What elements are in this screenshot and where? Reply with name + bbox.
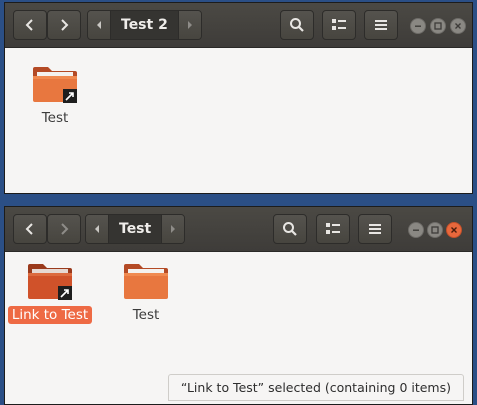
header-bar: Test 2 (5, 3, 472, 48)
path-crumb-current[interactable]: Test (109, 215, 162, 243)
search-icon (290, 18, 304, 32)
menu-button[interactable] (358, 214, 392, 244)
file-item[interactable]: Test (10, 63, 100, 127)
triangle-left-icon (97, 21, 101, 29)
triangle-right-icon (171, 225, 176, 233)
chevron-left-icon (25, 19, 33, 31)
triangle-right-icon (187, 21, 192, 29)
file-label: Test (132, 307, 160, 323)
view-mode-button[interactable] (316, 214, 350, 244)
file-label: Link to Test (7, 306, 93, 324)
chevron-right-icon (61, 19, 69, 31)
chevron-right-icon (61, 223, 69, 235)
file-manager-window-test-2: Test 2 Test (4, 2, 473, 194)
forward-button[interactable] (47, 10, 81, 40)
maximize-icon (434, 22, 442, 30)
file-item-selected[interactable]: Link to Test (5, 260, 95, 324)
chevron-left-icon (25, 223, 33, 235)
forward-button[interactable] (47, 214, 81, 244)
folder-icon (122, 260, 170, 302)
hamburger-menu-icon (375, 20, 387, 30)
search-button[interactable] (273, 214, 307, 244)
file-manager-window-test: Test Link to Test Test “Link to Test” se… (4, 206, 473, 405)
view-mode-button[interactable] (322, 10, 356, 40)
minimize-button[interactable] (410, 18, 426, 34)
file-label: Test (41, 110, 69, 126)
path-crumb-current[interactable]: Test 2 (111, 11, 178, 39)
path-scroll-left-button[interactable] (86, 215, 109, 243)
hamburger-menu-icon (369, 224, 381, 234)
search-button[interactable] (280, 10, 314, 40)
maximize-button[interactable] (427, 222, 443, 238)
close-icon (451, 227, 457, 233)
close-button[interactable] (450, 18, 466, 34)
path-bar: Test (85, 214, 186, 244)
menu-button[interactable] (364, 10, 398, 40)
minimize-icon (413, 229, 419, 231)
path-scroll-right-button[interactable] (177, 11, 201, 39)
file-view[interactable]: Link to Test Test “Link to Test” selecte… (5, 252, 472, 404)
status-overlay: “Link to Test” selected (containing 0 it… (167, 374, 464, 401)
path-bar: Test 2 (87, 10, 202, 40)
file-view[interactable]: Test (5, 48, 472, 193)
minimize-button[interactable] (408, 222, 424, 238)
header-bar: Test (5, 207, 472, 252)
minimize-icon (415, 25, 421, 27)
list-view-icon (326, 223, 340, 234)
file-item[interactable]: Test (101, 260, 191, 324)
back-button[interactable] (13, 214, 47, 244)
path-scroll-right-button[interactable] (161, 215, 185, 243)
folder-symlink-icon (31, 63, 79, 105)
search-icon (283, 222, 297, 236)
list-view-icon (332, 19, 346, 30)
triangle-left-icon (95, 225, 99, 233)
path-scroll-left-button[interactable] (88, 11, 111, 39)
maximize-button[interactable] (430, 18, 446, 34)
maximize-icon (431, 226, 439, 234)
back-button[interactable] (13, 10, 47, 40)
folder-symlink-icon (26, 260, 74, 302)
close-icon (455, 23, 461, 29)
close-button[interactable] (446, 222, 462, 238)
